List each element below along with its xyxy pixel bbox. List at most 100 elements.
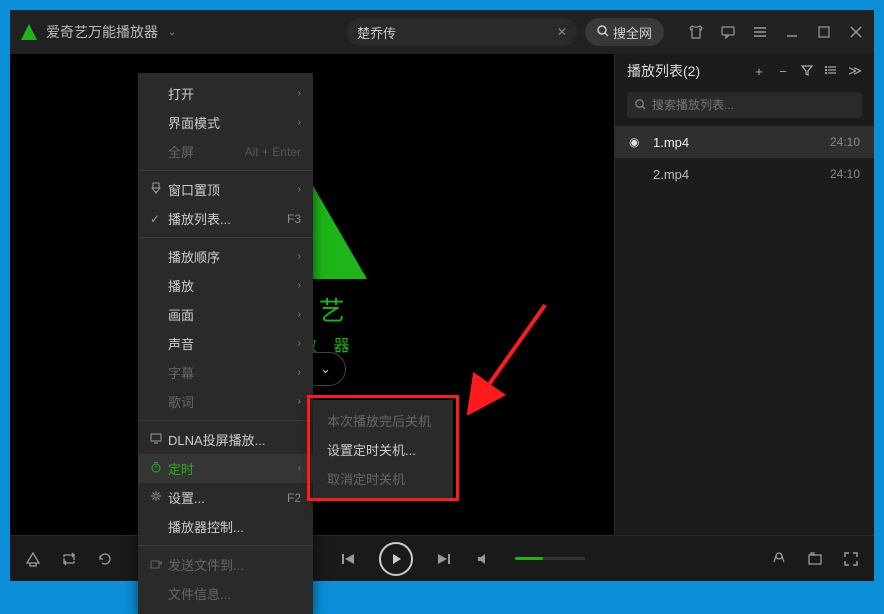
timer-icon xyxy=(150,461,168,476)
menu-item: 字幕 › xyxy=(138,358,313,387)
menu-separator xyxy=(138,170,313,171)
playlist-item-duration: 24:10 xyxy=(830,135,860,149)
cast-icon[interactable] xyxy=(770,550,788,568)
menu-item-label: 播放器控制... xyxy=(168,517,301,536)
menu-item[interactable]: 声音› xyxy=(138,329,313,358)
playlist-list-icon[interactable] xyxy=(824,64,838,79)
menu-item-label: 全屏 xyxy=(168,142,245,161)
chevron-right-icon: › xyxy=(298,88,301,99)
menu-item-label: 定时 xyxy=(168,459,292,478)
feedback-icon[interactable] xyxy=(720,24,736,40)
submenu-item[interactable]: 设置定时关机... xyxy=(313,435,453,464)
chevron-right-icon: › xyxy=(298,338,301,349)
app-logo-icon xyxy=(20,23,38,41)
submenu-item: 取消定时关机 xyxy=(313,464,453,493)
app-title-dropdown-icon[interactable]: ⌄ xyxy=(168,27,176,38)
search-input-value[interactable]: 楚乔传 xyxy=(357,23,557,42)
menu-separator xyxy=(138,545,313,546)
loop-icon[interactable] xyxy=(60,550,78,568)
menu-item[interactable]: 播放器控制... xyxy=(138,512,313,541)
menu-item-shortcut: F3 xyxy=(287,212,301,226)
menu-item[interactable]: 画面 › xyxy=(138,300,313,329)
menu-item-label: 发送文件到... xyxy=(168,555,301,574)
search-clear-icon[interactable]: ✕ xyxy=(557,25,567,39)
chevron-right-icon: › xyxy=(298,184,301,195)
send-icon xyxy=(150,557,168,572)
playlist-search-input[interactable] xyxy=(652,98,854,112)
menu-item[interactable]: DLNA投屏播放... xyxy=(138,425,313,454)
chevron-right-icon: › xyxy=(298,309,301,320)
playlist-title: 播放列表(2) xyxy=(627,61,742,81)
volume-icon[interactable] xyxy=(475,550,493,568)
menu-item-label: 窗口置顶 xyxy=(168,180,292,199)
menu-item: 发送文件到... xyxy=(138,550,313,579)
playlist-item-name: 2.mp4 xyxy=(653,167,830,182)
menu-item-label: 播放列表... xyxy=(168,209,287,228)
volume-slider[interactable] xyxy=(515,557,585,560)
menu-item[interactable]: ✓播放列表...F3 xyxy=(138,204,313,233)
playlist-add-icon[interactable]: + xyxy=(752,64,766,79)
menu-item-label: 打开 xyxy=(168,84,292,103)
search-web-button[interactable]: 搜全网 xyxy=(585,18,664,46)
menu-item[interactable]: 窗口置顶 › xyxy=(138,175,313,204)
dlna-icon xyxy=(150,432,168,447)
search-web-label: 搜全网 xyxy=(613,23,652,42)
chevron-right-icon: › xyxy=(298,396,301,407)
playlist-header: 播放列表(2) + − ≫ xyxy=(615,54,874,88)
search-input-box[interactable]: 楚乔传 ✕ xyxy=(347,18,577,46)
menu-item-shortcut: F2 xyxy=(287,491,301,505)
menu-item[interactable]: 定时 › xyxy=(138,454,313,483)
menu-item[interactable]: 设置...F2 xyxy=(138,483,313,512)
next-icon[interactable] xyxy=(435,550,453,568)
menu-item[interactable]: 播放› xyxy=(138,271,313,300)
playlist-search[interactable] xyxy=(627,92,862,118)
search-icon xyxy=(635,98,646,113)
menu-item-label: 字幕 xyxy=(168,363,292,382)
context-menu[interactable]: 打开›界面模式›全屏Alt + Enter窗口置顶›✓播放列表...F3播放顺序… xyxy=(138,73,313,614)
fullscreen-icon[interactable] xyxy=(842,550,860,568)
menu-item-label: 设置... xyxy=(168,488,287,507)
menu-item: 全屏Alt + Enter xyxy=(138,137,313,166)
open-icon[interactable] xyxy=(24,550,42,568)
check-icon: ✓ xyxy=(150,212,168,226)
maximize-icon[interactable] xyxy=(816,24,832,40)
volume-fill xyxy=(515,557,543,560)
snapshot-icon[interactable] xyxy=(806,550,824,568)
playlist-collapse-icon[interactable]: ≫ xyxy=(848,63,862,79)
now-playing-icon: ◉ xyxy=(629,135,645,149)
titlebar-actions xyxy=(688,24,864,40)
gear-icon xyxy=(150,490,168,505)
menu-item: 文件信息... xyxy=(138,579,313,608)
menu-item-label: 画面 xyxy=(168,305,292,324)
minimize-icon[interactable] xyxy=(784,24,800,40)
rotate-icon[interactable] xyxy=(96,550,114,568)
menu-item[interactable]: 界面模式› xyxy=(138,108,313,137)
chevron-down-icon[interactable]: ⌄ xyxy=(320,361,331,377)
menu-separator xyxy=(138,420,313,421)
chevron-right-icon: › xyxy=(298,463,301,474)
menu-item-label: 文件信息... xyxy=(168,584,301,603)
chevron-right-icon: › xyxy=(298,367,301,378)
playlist-item[interactable]: 2.mp424:10 xyxy=(615,158,874,190)
tshirt-icon[interactable] xyxy=(688,24,704,40)
close-icon[interactable] xyxy=(848,24,864,40)
menu-item-label: 界面模式 xyxy=(168,113,292,132)
menu-item-label: 歌词 xyxy=(168,392,292,411)
previous-icon[interactable] xyxy=(339,550,357,568)
timer-submenu[interactable]: 本次播放完后关机设置定时关机...取消定时关机 xyxy=(313,400,453,499)
playlist-item[interactable]: ◉1.mp424:10 xyxy=(615,126,874,158)
playlist-items: ◉1.mp424:102.mp424:10 xyxy=(615,126,874,190)
menu-item[interactable]: 打开 › xyxy=(138,79,313,108)
play-button[interactable] xyxy=(379,542,413,576)
app-title: 爱奇艺万能播放器 xyxy=(46,22,158,42)
playlist-remove-icon[interactable]: − xyxy=(776,64,790,79)
menu-icon[interactable] xyxy=(752,24,768,40)
chevron-right-icon: › xyxy=(298,280,301,291)
playlist-filter-icon[interactable] xyxy=(800,64,814,79)
menu-item: 歌词 › xyxy=(138,387,313,416)
menu-item-shortcut: Alt + Enter xyxy=(245,145,301,159)
menu-item-label: DLNA投屏播放... xyxy=(168,430,301,449)
submenu-item: 本次播放完后关机 xyxy=(313,406,453,435)
menu-item[interactable]: 播放顺序› xyxy=(138,242,313,271)
pin-icon xyxy=(150,182,168,197)
